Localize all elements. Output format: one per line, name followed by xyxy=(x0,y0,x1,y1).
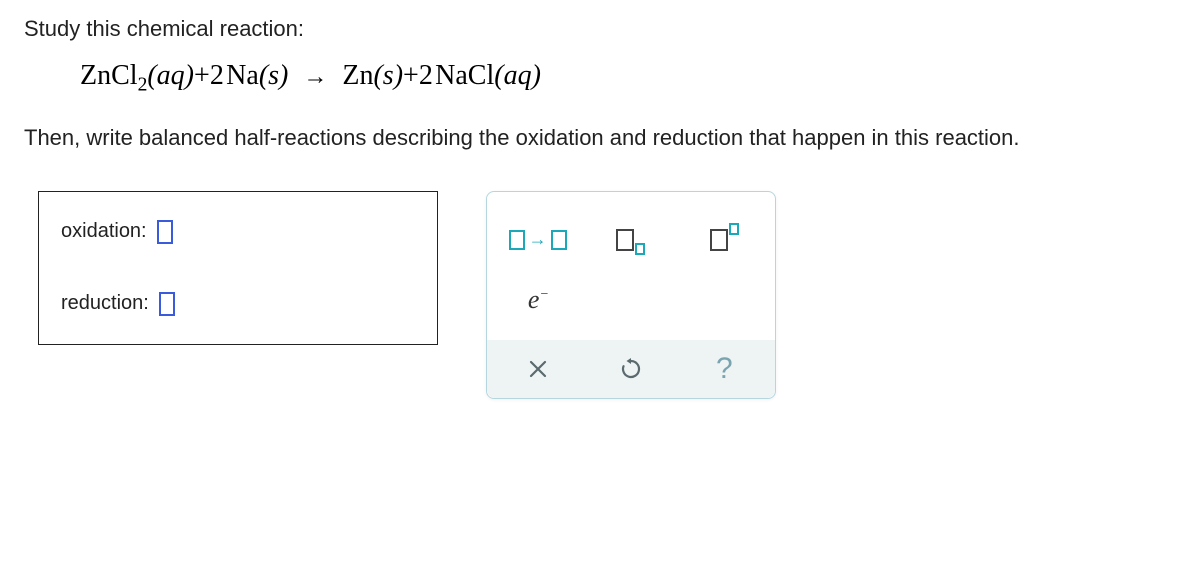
superscript-tool[interactable] xyxy=(689,215,759,265)
instruction-text-1: Study this chemical reaction: xyxy=(24,16,1176,42)
clear-button[interactable] xyxy=(503,346,573,392)
reduction-label: reduction: xyxy=(61,292,149,315)
oxidation-input[interactable] xyxy=(157,220,173,244)
oxidation-row: oxidation: xyxy=(61,220,415,244)
answer-box: oxidation: reduction: xyxy=(38,191,438,345)
reaction-arrow-tool[interactable]: → xyxy=(503,215,573,265)
electron-tool[interactable]: e− xyxy=(503,275,573,325)
help-button[interactable]: ? xyxy=(689,346,759,392)
equation-rhs: Zn(s)+2 NaCl(aq) xyxy=(342,60,541,91)
chemical-equation: ZnCl2(aq)+2 Na(s) → Zn(s)+2 NaCl(aq) xyxy=(80,60,1176,97)
oxidation-label: oxidation: xyxy=(61,220,147,243)
reduction-input[interactable] xyxy=(159,292,175,316)
reset-button[interactable] xyxy=(596,346,666,392)
instruction-text-2: Then, write balanced half-reactions desc… xyxy=(24,125,1176,151)
equation-lhs: ZnCl2(aq)+2 Na(s) xyxy=(80,60,295,91)
close-icon xyxy=(527,358,549,380)
subscript-tool[interactable] xyxy=(596,215,666,265)
toolbox: → e− xyxy=(486,191,776,399)
reaction-arrow: → xyxy=(303,64,327,91)
undo-icon xyxy=(619,357,643,381)
reduction-row: reduction: xyxy=(61,292,415,316)
